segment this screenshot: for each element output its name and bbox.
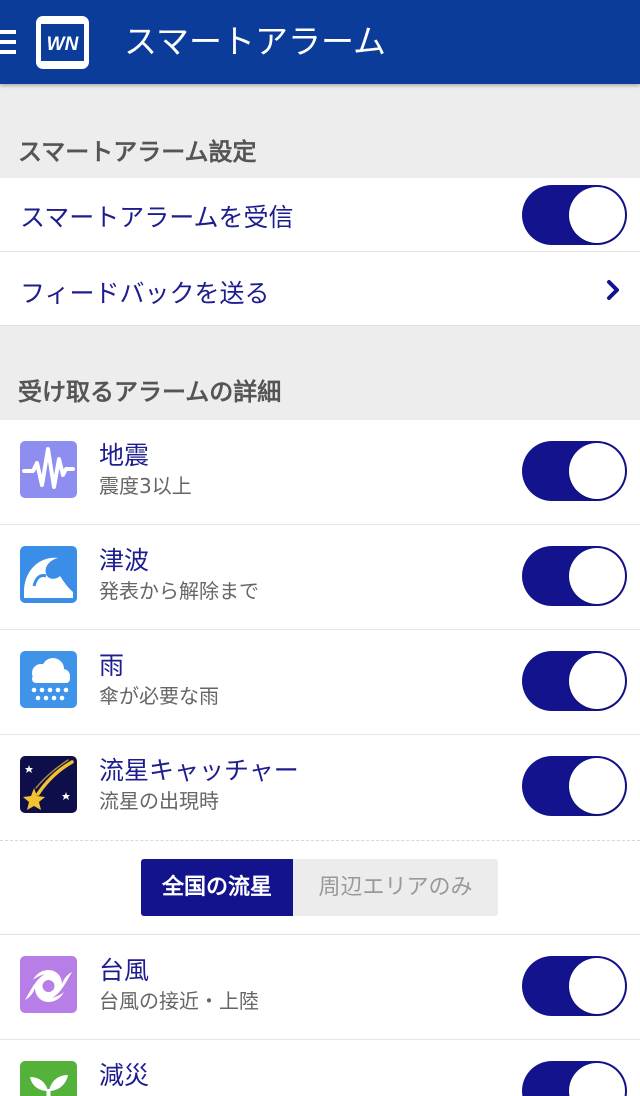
alarm-row-disaster-mitigation[interactable]: 減災: [0, 1040, 640, 1096]
feedback-label: フィードバックを送る: [20, 279, 270, 308]
section-header-details: 受け取るアラームの詳細: [0, 326, 640, 420]
logo: WN: [36, 16, 89, 69]
alarm-title: 地震: [99, 441, 150, 470]
feedback-row[interactable]: フィードバックを送る: [0, 252, 640, 326]
receive-alarm-row[interactable]: スマートアラームを受信: [0, 178, 640, 252]
alarm-subtitle: 流星の出現時: [99, 789, 219, 813]
receive-alarm-label: スマートアラームを受信: [20, 203, 294, 232]
alarm-row-rain[interactable]: 雨 傘が必要な雨: [0, 630, 640, 735]
alarm-title: 減災: [99, 1061, 150, 1090]
tsunami-icon: [20, 546, 77, 603]
alarm-row-meteor[interactable]: 流星キャッチャー 流星の出現時: [0, 735, 640, 840]
alarm-subtitle: 震度3以上: [99, 474, 192, 498]
page-title: スマートアラーム: [124, 22, 387, 61]
earthquake-toggle[interactable]: [522, 441, 627, 501]
alarm-subtitle: 発表から解除まで: [99, 579, 259, 603]
alarm-title: 台風: [99, 956, 150, 985]
alarm-row-tsunami[interactable]: 津波 発表から解除まで: [0, 525, 640, 630]
alarm-title: 津波: [99, 546, 150, 575]
typhoon-icon: [20, 956, 77, 1013]
sprout-icon: [20, 1061, 77, 1096]
alarm-title: 流星キャッチャー: [99, 756, 299, 785]
disaster-mitigation-toggle[interactable]: [522, 1061, 627, 1096]
alarm-subtitle: 傘が必要な雨: [99, 684, 219, 708]
logo-text: WN: [47, 34, 80, 55]
section-title-details: 受け取るアラームの詳細: [18, 378, 282, 406]
earthquake-icon: [20, 441, 77, 498]
alarm-row-earthquake[interactable]: 地震 震度3以上: [0, 420, 640, 525]
rain-toggle[interactable]: [522, 651, 627, 711]
alarm-title: 雨: [99, 651, 125, 680]
alarm-subtitle: 台風の接近・上陸: [99, 989, 259, 1013]
chevron-right-icon: [607, 280, 619, 300]
tsunami-toggle[interactable]: [522, 546, 627, 606]
receive-alarm-toggle[interactable]: [522, 185, 627, 245]
rain-icon: [20, 651, 77, 708]
section-header-settings: スマートアラーム設定: [0, 84, 640, 178]
segment-nearby-area[interactable]: 周辺エリアのみ: [293, 859, 498, 916]
meteor-icon: [20, 756, 77, 813]
section-title-settings: スマートアラーム設定: [18, 138, 257, 166]
app-bar: WN スマートアラーム: [0, 0, 640, 84]
alarm-row-typhoon[interactable]: 台風 台風の接近・上陸: [0, 935, 640, 1040]
hamburger-icon[interactable]: [0, 30, 16, 54]
meteor-scope-row: 全国の流星 周辺エリアのみ: [0, 840, 640, 935]
meteor-toggle[interactable]: [522, 756, 627, 816]
typhoon-toggle[interactable]: [522, 956, 627, 1016]
segment-nationwide[interactable]: 全国の流星: [141, 859, 293, 916]
